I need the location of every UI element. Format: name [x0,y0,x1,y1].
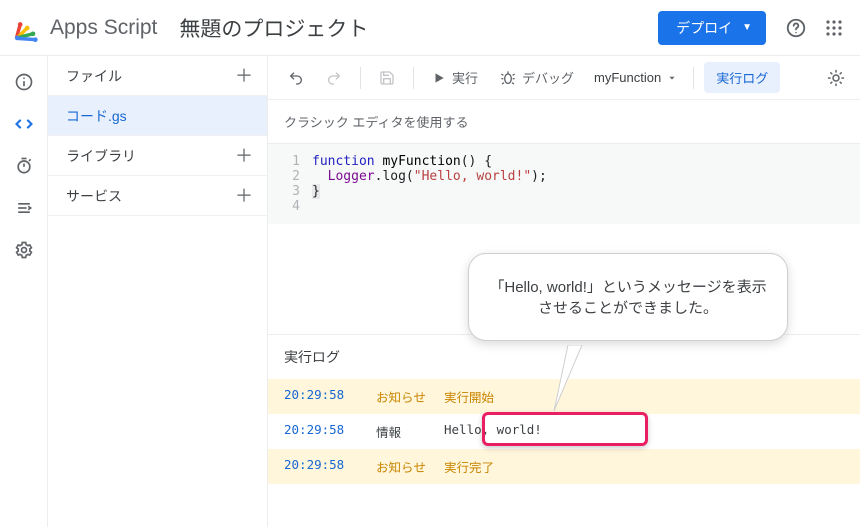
redo-button[interactable] [318,66,350,90]
log-message: 実行完了 [444,457,494,476]
log-message: Hello, world! [444,422,542,441]
run-button[interactable]: 実行 [424,64,486,91]
project-title[interactable]: 無題のプロジェクト [179,13,658,43]
add-service-icon[interactable]: ＋ [235,187,253,205]
add-file-icon[interactable]: ＋ [235,67,253,85]
log-type: お知らせ [376,387,444,406]
info-icon[interactable] [12,70,36,94]
services-header: サービス ＋ [48,176,267,216]
execution-log-button[interactable]: 実行ログ [704,62,780,93]
left-rail [0,56,48,527]
annotation-callout: 「Hello, world!」というメッセージを表示させることができました。 [468,253,788,341]
files-label: ファイル [66,66,122,86]
file-item[interactable]: コード.gs [48,96,267,136]
save-button[interactable] [371,66,403,90]
log-time: 20:29:58 [284,457,376,476]
files-header: ファイル ＋ [48,56,267,96]
log-message: 実行開始 [444,387,494,406]
debug-button[interactable]: デバッグ [492,64,582,91]
log-row: 20:29:58 お知らせ 実行完了 [268,449,860,484]
log-time: 20:29:58 [284,422,376,441]
add-library-icon[interactable]: ＋ [235,147,253,165]
deploy-button[interactable]: デプロイ ▼ [658,11,766,45]
help-icon[interactable] [784,16,808,40]
debug-label: デバッグ [522,68,574,87]
log-type: 情報 [376,422,444,441]
classic-editor-link[interactable]: クラシック エディタを使用する [268,100,860,144]
theme-icon[interactable] [824,66,848,90]
file-item-label: コード.gs [66,106,127,126]
executions-icon[interactable] [12,196,36,220]
libraries-header: ライブラリ ＋ [48,136,267,176]
libraries-label: ライブラリ [66,146,136,166]
code-editor[interactable]: 1function myFunction() { 2 Logger.log("H… [268,144,860,224]
brand-name: Apps Script [50,16,157,40]
editor-toolbar: 実行 デバッグ myFunction 実行ログ [268,56,860,100]
log-row: 20:29:58 情報 Hello, world! [268,414,860,449]
services-label: サービス [66,186,122,206]
apps-script-logo-icon [12,14,40,42]
chevron-down-icon: ▼ [742,22,752,33]
triggers-icon[interactable] [12,154,36,178]
function-name: myFunction [594,70,661,85]
deploy-label: デプロイ [676,18,732,38]
apps-menu-icon[interactable] [822,16,846,40]
log-time: 20:29:58 [284,387,376,406]
log-type: お知らせ [376,457,444,476]
run-label: 実行 [452,68,478,87]
function-selector[interactable]: myFunction [588,66,683,89]
settings-icon[interactable] [12,238,36,262]
file-sidebar: ファイル ＋ コード.gs ライブラリ ＋ サービス ＋ [48,56,268,527]
undo-button[interactable] [280,66,312,90]
editor-icon[interactable] [12,112,36,136]
